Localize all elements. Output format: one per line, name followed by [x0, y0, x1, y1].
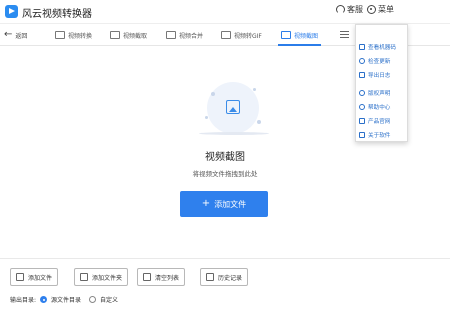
radio-custom-dir[interactable] — [89, 296, 97, 303]
tab-label: 视频截图 — [294, 32, 319, 40]
customer-service-button[interactable]: 客服 — [336, 4, 363, 15]
tab-video-cut[interactable]: 视频截取 — [107, 26, 150, 44]
tab-label: 视频转GIF — [234, 32, 262, 40]
customer-service-label: 客服 — [347, 5, 363, 14]
trash-icon — [143, 273, 151, 281]
gif-icon — [221, 31, 231, 39]
menu-icon — [367, 5, 376, 14]
tab-video-convert[interactable]: 视频转换 — [52, 26, 95, 44]
video-merge-icon — [166, 31, 176, 39]
menu-item-label: 检查更新 — [368, 58, 391, 65]
radio-source-dir[interactable] — [40, 296, 48, 303]
menu-item-export-log[interactable]: 导出日志 — [359, 69, 390, 80]
menu-item-label: 产品官网 — [368, 118, 391, 125]
menu-label: 菜单 — [378, 5, 394, 14]
title-bar: 风云视频转换器 客服 菜单 — [0, 0, 450, 24]
menu-item-view-machine-code[interactable]: 查看机器码 — [359, 41, 396, 52]
button-label: 历史记录 — [218, 274, 243, 282]
website-icon — [359, 117, 365, 124]
about-icon — [359, 131, 365, 138]
menu-item-label: 版权声明 — [368, 90, 391, 97]
settings-sliders-icon[interactable] — [340, 31, 349, 39]
tab-video-merge[interactable]: 视频合并 — [163, 26, 206, 44]
tab-label: 视频转换 — [68, 32, 93, 40]
main-menu-dropdown: 查看机器码 检查更新 导出日志 版权声明 帮助中心 产品官网 关于软件 — [355, 24, 408, 142]
menu-item-about[interactable]: 关于软件 — [359, 129, 390, 140]
menu-item-help-center[interactable]: 帮助中心 — [359, 101, 390, 112]
screenshot-illustration — [199, 82, 269, 136]
add-folder-button[interactable]: 添加文件夹 — [74, 268, 129, 286]
video-cut-icon — [110, 31, 120, 39]
app-title: 风云视频转换器 — [22, 9, 92, 20]
button-label: 添加文件 — [28, 274, 53, 282]
menu-item-label: 关于软件 — [368, 132, 391, 139]
image-crop-icon — [226, 100, 240, 114]
add-folder-icon — [80, 273, 88, 281]
headset-icon — [336, 5, 345, 14]
screenshot-icon — [281, 31, 291, 39]
menu-item-label: 查看机器码 — [368, 44, 396, 51]
export-icon — [359, 71, 365, 78]
plus-icon: + — [201, 198, 211, 209]
menu-item-label: 导出日志 — [368, 72, 391, 79]
menu-item-label: 帮助中心 — [368, 104, 391, 111]
video-convert-icon — [55, 31, 65, 39]
history-icon — [206, 273, 214, 281]
back-arrow-icon: ← — [4, 29, 13, 40]
clear-list-button[interactable]: 清空列表 — [137, 268, 186, 286]
menu-item-official-site[interactable]: 产品官网 — [359, 115, 390, 126]
output-directory: 输出目录: 源文件目录 自定义 — [10, 295, 118, 304]
help-icon — [359, 103, 365, 110]
divider — [0, 258, 450, 259]
back-button[interactable]: ← 返回 — [4, 28, 27, 42]
tab-label: 视频合并 — [179, 32, 204, 40]
tab-video-to-gif[interactable]: 视频转GIF — [218, 26, 265, 44]
button-label: 清空列表 — [155, 274, 180, 282]
update-icon — [359, 57, 365, 64]
copyright-icon — [359, 89, 365, 96]
add-file-button[interactable]: + 添加文件 — [180, 191, 268, 217]
button-label: 添加文件夹 — [92, 274, 123, 282]
output-label: 输出目录: — [10, 297, 37, 304]
menu-button[interactable]: 菜单 — [367, 4, 394, 15]
radio-label: 源文件目录 — [51, 297, 82, 304]
app-logo-icon — [5, 5, 18, 18]
tab-video-screenshot[interactable]: 视频截图 — [278, 26, 322, 46]
back-label: 返回 — [15, 32, 28, 40]
add-file-icon — [16, 273, 24, 281]
machine-code-icon — [359, 43, 365, 50]
tab-label: 视频截取 — [123, 32, 148, 40]
history-button[interactable]: 历史记录 — [200, 268, 249, 286]
radio-label: 自定义 — [100, 297, 119, 304]
menu-item-copyright[interactable]: 版权声明 — [359, 87, 390, 98]
add-file-bottom-button[interactable]: 添加文件 — [10, 268, 59, 286]
add-file-label: 添加文件 — [214, 199, 247, 209]
drop-hint-text: 将视频文件拖拽到此处 — [192, 170, 258, 178]
menu-item-check-update[interactable]: 检查更新 — [359, 55, 390, 66]
page-title: 视频截图 — [205, 152, 245, 163]
